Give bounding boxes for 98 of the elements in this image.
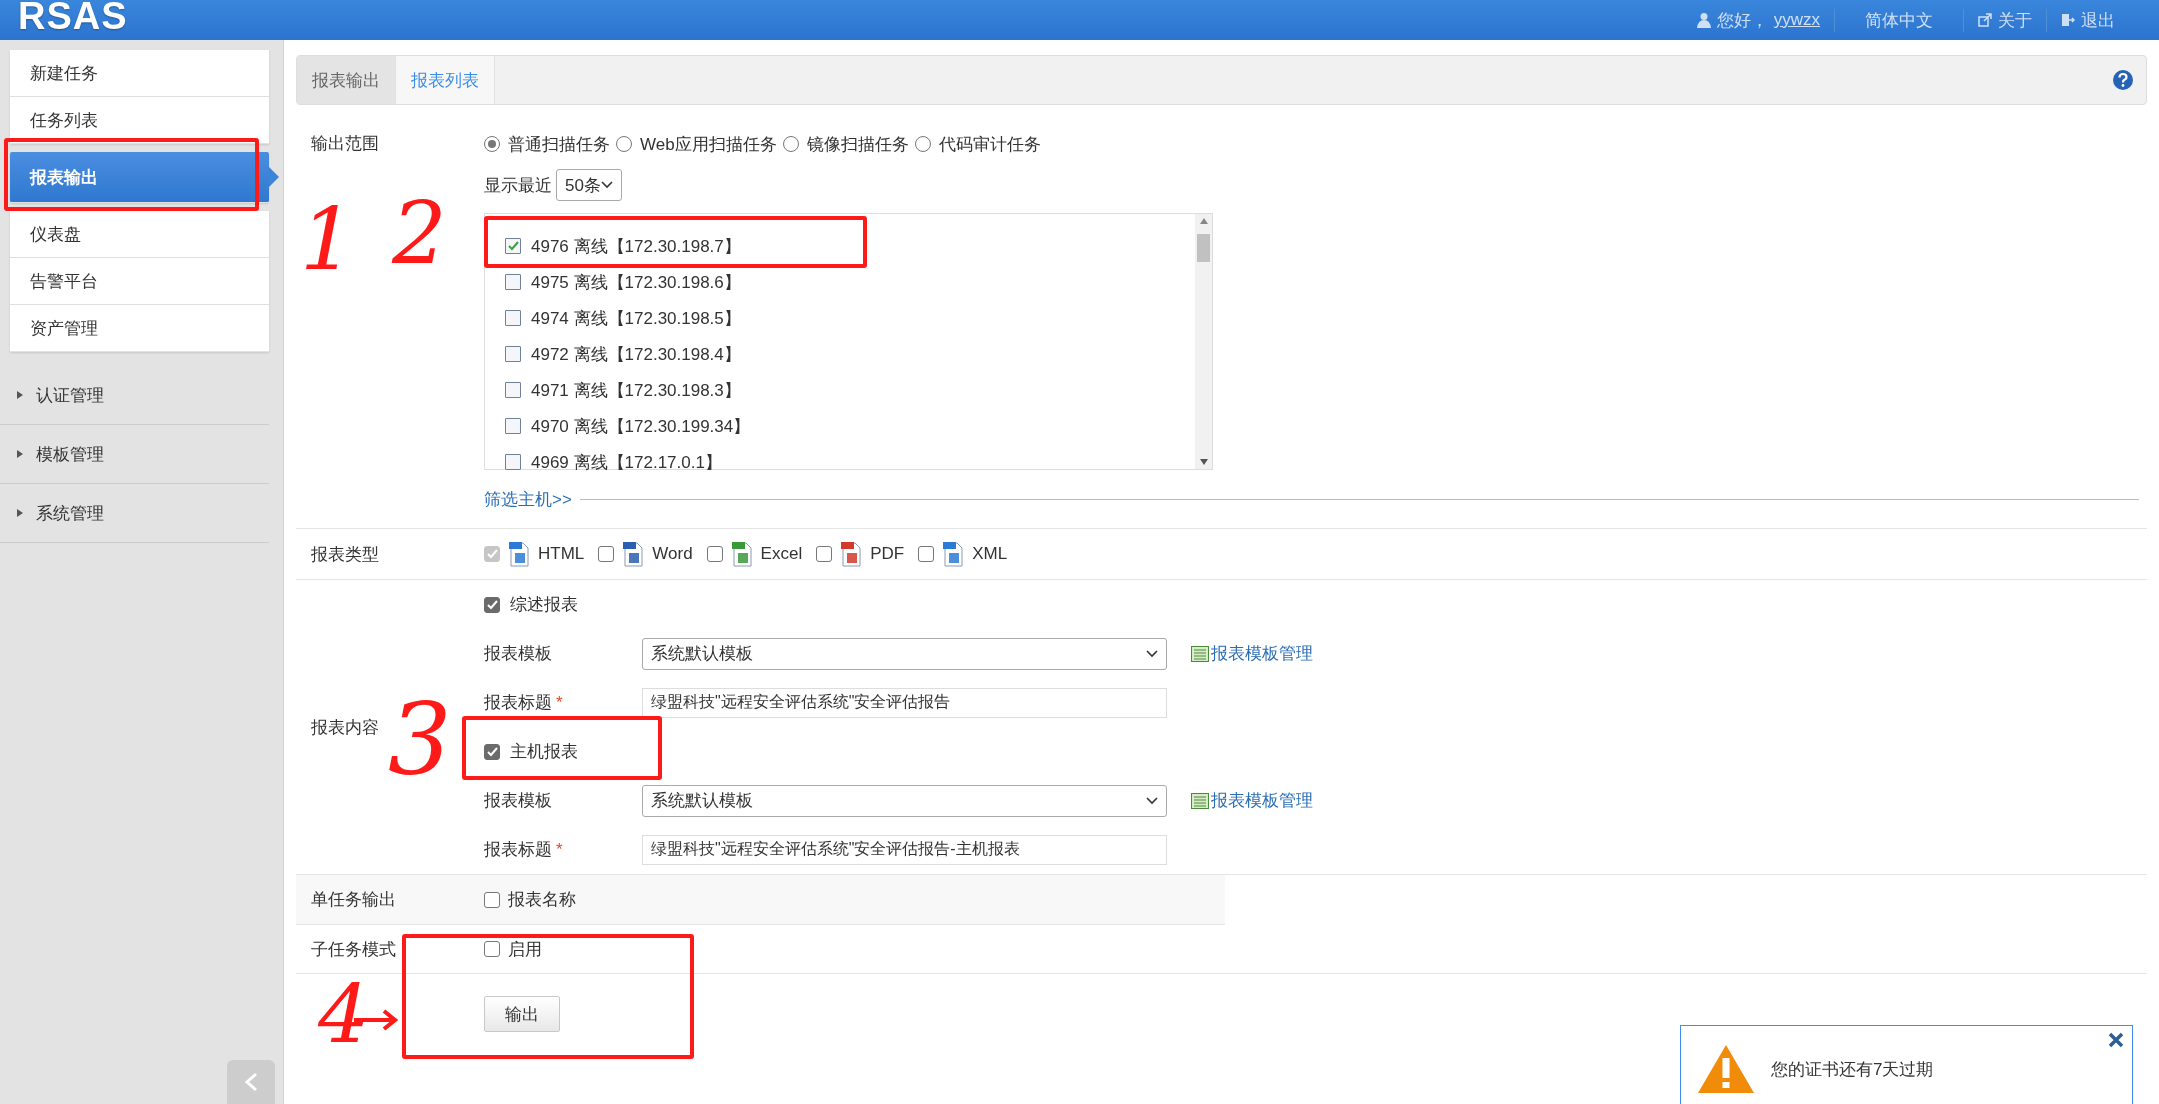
chevron-down-icon <box>1146 796 1158 805</box>
user-icon <box>1696 12 1711 28</box>
sidebar-group[interactable]: 模板管理 <box>0 425 269 484</box>
checkbox[interactable] <box>505 310 521 326</box>
checkbox[interactable] <box>505 454 521 470</box>
file-type-label: Word <box>652 544 693 564</box>
checkbox[interactable] <box>505 238 521 254</box>
checkbox[interactable] <box>505 346 521 362</box>
file-type-label: XML <box>972 544 1008 564</box>
field-label: 报表模板 <box>484 790 552 812</box>
host-label: 4972 离线【172.30.198.4】 <box>531 343 741 366</box>
scroll-up-icon[interactable] <box>1199 218 1208 224</box>
required-mark: * <box>556 692 563 713</box>
template-select[interactable]: 系统默认模板 <box>642 784 1167 817</box>
table-icon <box>1191 645 1209 662</box>
field-label: 显示最近 <box>484 174 552 197</box>
annotation-number: 4 <box>318 975 369 1055</box>
radio-button[interactable] <box>484 136 500 152</box>
field-label: 报表内容 <box>311 716 379 739</box>
close-icon[interactable] <box>2108 1032 2124 1048</box>
radio-label: Web应用扫描任务 <box>640 133 777 156</box>
pointer-icon <box>269 167 279 187</box>
file-icon <box>942 541 965 567</box>
checkbox[interactable] <box>484 743 500 760</box>
file-icon <box>840 541 863 567</box>
checkbox[interactable] <box>598 546 615 562</box>
checkbox[interactable] <box>505 418 521 434</box>
greeting: 您好， <box>1716 9 1768 32</box>
checkbox[interactable] <box>816 546 833 562</box>
file-type-label: Excel <box>760 544 803 564</box>
title-input[interactable]: 绿盟科技"远程安全评估系统"安全评估报告 <box>642 687 1167 718</box>
template-manage-link[interactable]: 报表模板管理 <box>1211 642 1313 665</box>
host-label: 4974 离线【172.30.198.5】 <box>531 307 741 330</box>
checkbox-label: 报表名称 <box>508 889 576 911</box>
checkbox[interactable] <box>484 891 500 908</box>
chevron-down-icon <box>1146 649 1158 658</box>
notification-message: 您的证书还有7天过期 <box>1771 1058 1934 1081</box>
annotation-number: 2 <box>392 190 447 276</box>
tab[interactable]: 报表输出 <box>297 56 396 104</box>
checkbox-label: 综述报表 <box>510 594 578 616</box>
required-mark: * <box>556 839 563 860</box>
warning-icon <box>1697 1044 1755 1094</box>
file-type-label: HTML <box>538 544 585 564</box>
field-label: 报表标题 <box>484 692 552 714</box>
radio-label: 镜像扫描任务 <box>806 133 909 156</box>
field-label: 报表类型 <box>311 543 379 566</box>
checkbox[interactable] <box>918 546 935 562</box>
chevron-down-icon <box>601 181 613 189</box>
sidebar-item[interactable]: 新建任务 <box>10 50 269 97</box>
checkbox[interactable] <box>484 941 500 957</box>
sidebar-item[interactable]: 任务列表 <box>10 97 269 144</box>
scrollbar[interactable] <box>1195 214 1212 469</box>
field-label: 子任务模式 <box>311 938 396 961</box>
radio-button[interactable] <box>616 136 632 152</box>
file-type-label: PDF <box>870 544 905 564</box>
chevron-left-icon <box>244 1072 258 1092</box>
field-label: 报表标题 <box>484 839 552 861</box>
checkbox[interactable] <box>706 546 723 562</box>
logout-icon <box>2061 13 2075 27</box>
sidebar-group[interactable]: 认证管理 <box>0 366 269 425</box>
sidebar-item[interactable]: 资产管理 <box>10 305 269 352</box>
field-label: 报表模板 <box>484 643 552 665</box>
sidebar-item[interactable]: 告警平台 <box>10 258 269 305</box>
file-icon <box>622 541 645 567</box>
sidebar-item[interactable]: 仪表盘 <box>10 211 269 258</box>
radio-label: 普通扫描任务 <box>508 133 610 156</box>
external-window-icon <box>1978 13 1992 27</box>
checkbox[interactable] <box>505 382 521 398</box>
scrollbar-thumb[interactable] <box>1197 234 1210 262</box>
checkbox[interactable] <box>505 274 521 290</box>
count-select[interactable]: 50条 <box>556 169 622 201</box>
radio-button[interactable] <box>782 136 799 152</box>
filter-hosts-link[interactable]: 筛选主机>> <box>484 487 572 511</box>
title-input[interactable]: 绿盟科技"远程安全评估系统"安全评估报告-主机报表 <box>642 834 1167 865</box>
field-label: 单任务输出 <box>311 889 396 911</box>
help-icon[interactable] <box>2112 69 2134 91</box>
annotation-number: 1 <box>300 196 355 282</box>
output-button[interactable]: 输出 <box>484 996 560 1032</box>
template-manage-link[interactable]: 报表模板管理 <box>1211 789 1313 812</box>
table-icon <box>1191 792 1209 809</box>
host-label: 4976 离线【172.30.198.7】 <box>531 235 741 258</box>
logo: RSAS <box>18 0 128 36</box>
checkbox[interactable] <box>484 596 500 613</box>
radio-button[interactable] <box>914 136 931 152</box>
host-label: 4969 离线【172.17.0.1】 <box>531 451 722 474</box>
checkbox-label: 主机报表 <box>510 741 578 763</box>
sidebar-group[interactable]: 系统管理 <box>0 484 269 543</box>
scroll-down-icon[interactable] <box>1199 459 1208 465</box>
field-label: 输出范围 <box>311 133 379 155</box>
checkbox-label: 启用 <box>508 938 542 961</box>
template-select[interactable]: 系统默认模板 <box>642 637 1167 670</box>
annotation-number: 3 <box>388 690 452 790</box>
host-label: 4971 离线【172.30.198.3】 <box>531 379 741 402</box>
radio-label: 代码审计任务 <box>938 133 1041 156</box>
file-icon <box>508 541 530 567</box>
file-icon <box>730 541 753 567</box>
host-label: 4970 离线【172.30.199.34】 <box>531 415 751 438</box>
host-label: 4975 离线【172.30.198.6】 <box>531 271 741 294</box>
